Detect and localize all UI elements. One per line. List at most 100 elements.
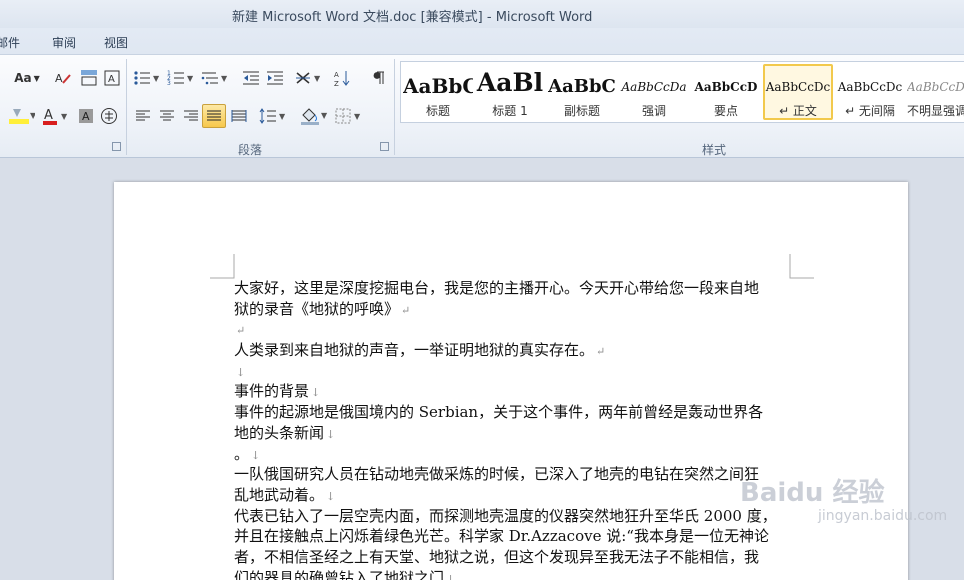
distribute-icon bbox=[231, 110, 247, 122]
tab-review[interactable]: 审阅 bbox=[52, 34, 76, 51]
line-spacing-button[interactable]: ▼ bbox=[258, 105, 288, 127]
phonetic-guide-icon bbox=[81, 70, 97, 86]
align-left-icon bbox=[136, 110, 150, 121]
style-sample: AaBl bbox=[476, 68, 544, 97]
text-line: ↵ bbox=[234, 319, 794, 340]
paragraph-dialog-launcher[interactable] bbox=[380, 142, 389, 151]
style-subtle-emphasis[interactable]: AaBbCcDc 不明显强调 bbox=[907, 64, 964, 120]
paint-bucket-icon: ▼ bbox=[301, 108, 328, 125]
borders-button[interactable]: ▼ bbox=[334, 105, 364, 127]
svg-text:▼: ▼ bbox=[61, 112, 68, 121]
bullet-list-icon: ▼ bbox=[134, 71, 160, 85]
style-no-spacing[interactable]: AaBbCcDc ↵ 无间隔 bbox=[835, 64, 905, 120]
font-dialog-launcher[interactable] bbox=[112, 142, 121, 151]
change-case-button[interactable]: Aa ▼ bbox=[12, 67, 42, 89]
numbered-list-icon: 123▼ bbox=[167, 70, 194, 86]
sort-icon: AZ bbox=[334, 71, 350, 87]
svg-text:A: A bbox=[334, 71, 339, 79]
chinese-layout-button[interactable]: ▼ bbox=[294, 67, 324, 89]
decrease-indent-button[interactable] bbox=[240, 67, 262, 89]
text-line: 乱地武动着。 ↓ bbox=[234, 485, 336, 504]
highlight-button[interactable]: ▼ bbox=[6, 105, 36, 127]
svg-text:▼: ▼ bbox=[321, 111, 328, 120]
text-line: 一队俄国研究人员在钻动地壳做采炼的时候，已深入了地壳的电钻在突然之间狂 bbox=[234, 465, 760, 484]
paragraph-mark-icon bbox=[373, 71, 384, 84]
paragraph-mark-icon: ↵ bbox=[236, 324, 246, 338]
svg-text:▼: ▼ bbox=[153, 74, 160, 83]
align-center-icon bbox=[160, 110, 174, 121]
style-sample: AaBbCcDc bbox=[837, 80, 903, 94]
text-line: 事件的起源地是俄国境内的 Serbian，关于这个事件，两年前曾经是轰动世界各 bbox=[234, 403, 764, 422]
enclose-char-icon bbox=[101, 108, 117, 124]
style-title[interactable]: AaBbC 标题 bbox=[403, 64, 473, 120]
svg-text:Z: Z bbox=[334, 80, 339, 87]
style-emphasis[interactable]: AaBbCcDa 强调 bbox=[619, 64, 689, 120]
paragraph-mark-icon: ↵ bbox=[401, 303, 411, 317]
style-normal[interactable]: AaBbCcDc ↵ 正文 bbox=[763, 64, 833, 120]
chinese-layout-icon: ▼ bbox=[296, 72, 321, 84]
style-name: 要点 bbox=[713, 104, 738, 118]
text-line: 者，不相信圣经之上有天堂、地狱之说，但这个发现异至我无法子不能相信，我 bbox=[234, 547, 760, 566]
svg-text:A: A bbox=[82, 110, 90, 123]
line-break-icon: ↓ bbox=[326, 489, 336, 503]
text-line: 事件的背景 ↓ bbox=[234, 382, 321, 401]
highlight-pen-icon: ▼ bbox=[9, 109, 35, 124]
window-title: 新建 Microsoft Word 文档.doc [兼容模式] - Micros… bbox=[232, 10, 593, 25]
text-line: 。 ↓ bbox=[234, 444, 261, 463]
bullets-button[interactable]: ▼ bbox=[132, 67, 162, 89]
paragraph-group-label: 段落 bbox=[238, 143, 263, 157]
title-bar: 新建 Microsoft Word 文档.doc [兼容模式] - Micros… bbox=[0, 0, 964, 28]
justify-button[interactable] bbox=[202, 104, 226, 128]
clear-format-button[interactable]: A bbox=[52, 67, 74, 89]
group-separator bbox=[394, 59, 395, 155]
style-subtitle[interactable]: AaBbC 副标题 bbox=[547, 64, 617, 120]
increase-indent-button[interactable] bbox=[264, 67, 286, 89]
text-line: 代表已钻入了一层空壳内面，而探测地壳温度的仪器突然地狂升至华氏 2000 度， bbox=[234, 506, 777, 525]
style-name: 副标题 bbox=[563, 104, 600, 118]
numbering-button[interactable]: 1 2 3 ▼ bbox=[166, 67, 196, 89]
font-color-button[interactable]: A ▼ bbox=[40, 105, 70, 127]
styles-gallery: AaBbC 标题 AaBl 标题 1 AaBbC 副标题 AaBbCcDa 强调… bbox=[400, 61, 964, 123]
margin-corner-marker bbox=[789, 254, 814, 279]
style-heading-1[interactable]: AaBl 标题 1 bbox=[475, 64, 545, 120]
svg-text:3: 3 bbox=[167, 80, 171, 86]
enclose-char-button[interactable] bbox=[98, 105, 120, 127]
style-name: 标题 1 bbox=[492, 104, 528, 118]
text-line: 狱的录音《地狱的呼唤》 ↵ bbox=[234, 299, 411, 318]
svg-text:▼: ▼ bbox=[30, 111, 35, 120]
font-color-icon: A ▼ bbox=[43, 108, 68, 125]
shading-button[interactable]: ▼ bbox=[298, 105, 330, 127]
watermark-logo: Baidu 经验 bbox=[740, 478, 885, 508]
multilevel-list-button[interactable]: ▼ bbox=[200, 67, 230, 89]
char-border-icon: A bbox=[104, 70, 120, 86]
align-left-button[interactable] bbox=[132, 105, 154, 127]
line-break-icon: ↓ bbox=[236, 365, 246, 379]
style-strong[interactable]: AaBbCcD 要点 bbox=[691, 64, 761, 120]
chevron-down-icon: ▼ bbox=[33, 73, 40, 83]
line-break-icon: ↓ bbox=[326, 427, 336, 441]
line-spacing-icon: ▼ bbox=[259, 108, 286, 124]
line-break-icon: ↓ bbox=[311, 386, 321, 400]
ribbon-tabs: 邮件 审阅 视图 bbox=[0, 28, 964, 54]
text-line: 地的头条新闻 ↓ bbox=[234, 423, 336, 442]
phonetic-guide-button[interactable] bbox=[78, 67, 100, 89]
char-border-button[interactable]: A bbox=[102, 67, 122, 89]
align-right-button[interactable] bbox=[180, 105, 202, 127]
document-page[interactable]: 大家好，这里是深度挖掘电台，我是您的主播开心。今天开心带给您一段来自地 狱的录音… bbox=[114, 182, 908, 580]
style-sample: AaBbCcDa bbox=[621, 80, 687, 94]
sort-button[interactable]: AZ bbox=[332, 67, 354, 89]
ribbon: Aa ▼ A A ▼ A ▼ A ▼ 1 2 3 ▼ ▼ ▼ AZ ▼ ▼ ▼ … bbox=[0, 54, 964, 158]
text-line: 人类录到来自地狱的声音，一举证明地狱的真实存在。 ↵ bbox=[234, 341, 606, 360]
distribute-button[interactable] bbox=[228, 105, 250, 127]
char-shading-button[interactable]: A bbox=[76, 105, 96, 127]
style-sample: AaBbC bbox=[403, 74, 473, 98]
text-line: 大家好，这里是深度挖掘电台，我是您的主播开心。今天开心带给您一段来自地 bbox=[234, 279, 760, 297]
align-center-button[interactable] bbox=[156, 105, 178, 127]
svg-text:▼: ▼ bbox=[187, 74, 194, 83]
align-right-icon bbox=[184, 110, 198, 121]
show-marks-button[interactable] bbox=[368, 67, 390, 89]
tab-mailings[interactable]: 邮件 bbox=[0, 34, 20, 51]
margin-corner-marker bbox=[210, 254, 235, 279]
document-body[interactable]: 大家好，这里是深度挖掘电台，我是您的主播开心。今天开心带给您一段来自地 狱的录音… bbox=[234, 278, 794, 580]
tab-view[interactable]: 视图 bbox=[104, 34, 128, 51]
